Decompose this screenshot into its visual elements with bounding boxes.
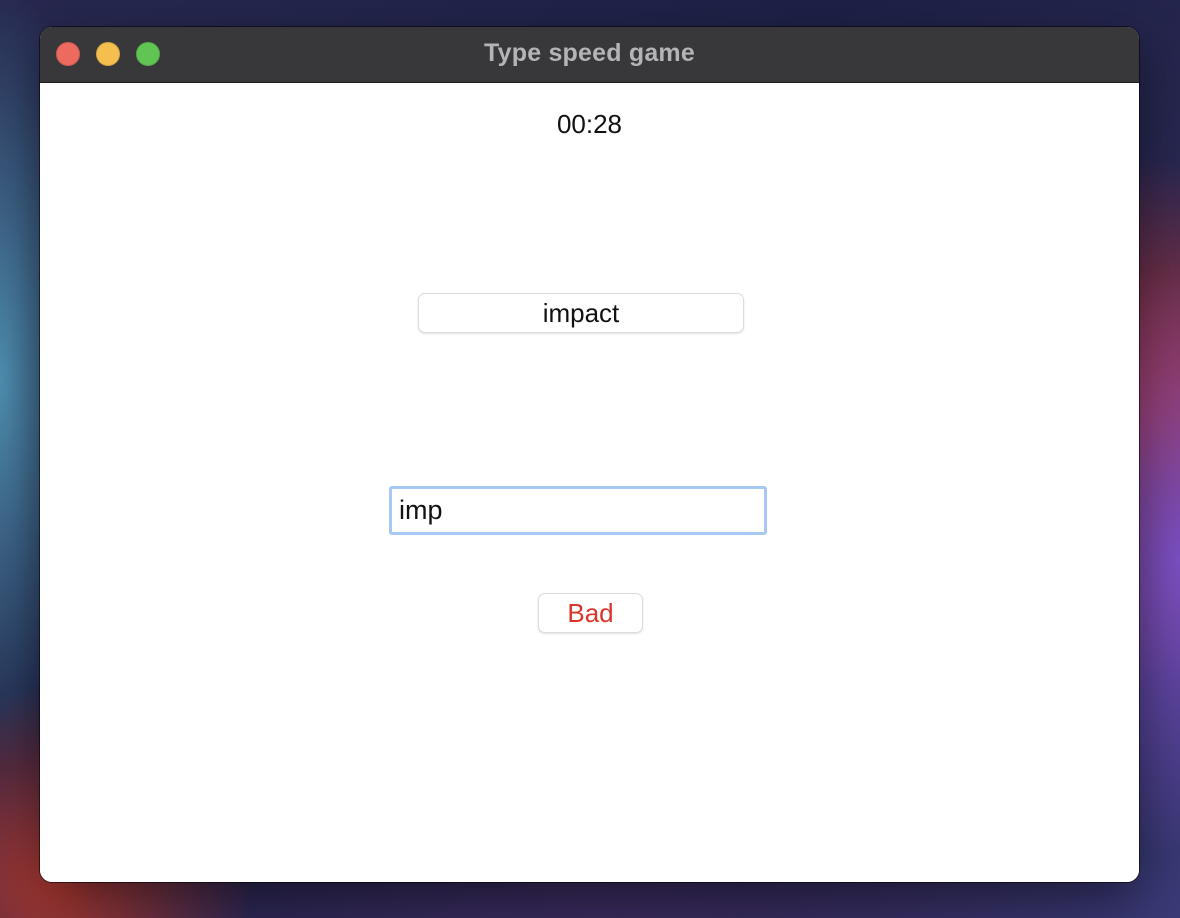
game-content: 00:28 impact Bad <box>40 83 1139 882</box>
countdown-timer: 00:28 <box>556 109 623 139</box>
target-word-label: impact <box>418 293 744 333</box>
result-status-label: Bad <box>538 593 643 633</box>
typing-input[interactable] <box>389 486 767 535</box>
title-bar[interactable]: Type speed game <box>40 27 1139 83</box>
app-window: Type speed game 00:28 impact Bad <box>40 27 1139 882</box>
window-title: Type speed game <box>484 39 695 67</box>
